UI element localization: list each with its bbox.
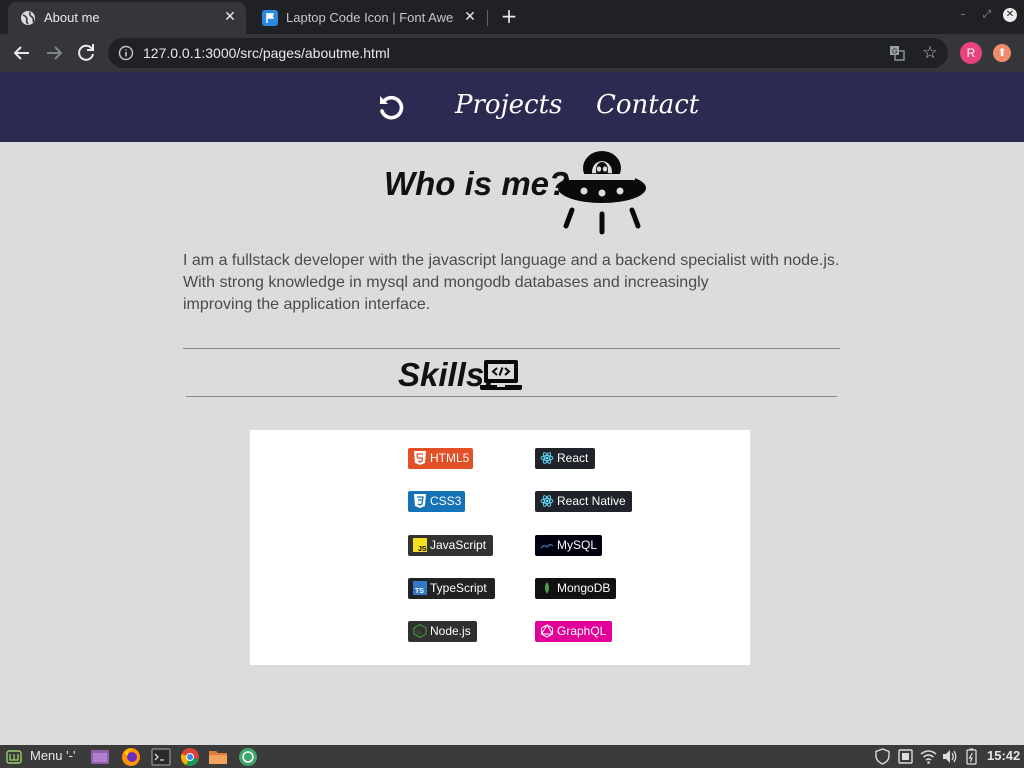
nav-projects-link[interactable]: Projects (455, 90, 562, 120)
skill-label: CSS3 (430, 494, 462, 508)
skill-label: TypeScript (430, 581, 487, 595)
nodejs-icon: js (413, 624, 427, 638)
skill-badge-html5: HTML5 (408, 448, 473, 469)
show-desktop-icon[interactable] (90, 747, 110, 767)
tab-font-awesome[interactable]: Laptop Code Icon | Font Awesome ✕ (250, 2, 486, 34)
back-arrow-icon[interactable] (10, 41, 34, 65)
laptop-code-icon (480, 360, 522, 390)
typescript-icon: TS (413, 581, 427, 595)
new-tab-button[interactable]: + (498, 6, 520, 28)
bio-line: improving the application interface. (183, 296, 431, 313)
divider (183, 348, 840, 349)
bio-line: With strong knowledge in mysql and mongo… (183, 274, 709, 291)
page-title: Who is me? (384, 165, 570, 202)
skill-label: React (557, 451, 589, 465)
ufo-alien-icon (558, 151, 646, 235)
skill-badge-react: React (535, 448, 595, 469)
battery-icon[interactable] (963, 748, 980, 765)
html5-icon (414, 451, 426, 465)
restore-window-icon[interactable]: ⤢ (980, 8, 994, 22)
taskbar-clock[interactable]: 15:42 (987, 748, 1020, 763)
skill-badge-typescript: TS TypeScript (408, 578, 495, 599)
skill-label: GraphQL (557, 624, 607, 638)
javascript-icon: JS (413, 538, 427, 552)
skill-label: JavaScript (430, 538, 487, 552)
mysql-icon (540, 544, 554, 549)
shield-icon[interactable] (874, 748, 891, 765)
address-bar[interactable]: 127.0.0.1:3000/src/pages/aboutme.html G … (108, 38, 948, 68)
forward-arrow-icon[interactable] (42, 41, 66, 65)
skill-badge-nodejs: js Node.js (408, 621, 477, 642)
url-text: 127.0.0.1:3000/src/pages/aboutme.html (143, 45, 390, 61)
translate-icon[interactable]: G (889, 45, 905, 61)
minimize-window-icon[interactable]: – (956, 8, 970, 22)
clipboard-icon[interactable] (897, 748, 914, 765)
nav-contact-link[interactable]: Contact (596, 90, 699, 120)
tab-about-me[interactable]: About me ✕ (8, 2, 246, 34)
reload-icon[interactable] (74, 41, 98, 65)
close-tab-icon[interactable]: ✕ (462, 9, 478, 25)
react-icon (540, 495, 554, 507)
skill-badge-mysql: MySQL (535, 535, 602, 556)
react-icon (540, 452, 554, 464)
browser-tab-bar: About me ✕ Laptop Code Icon | Font Aweso… (0, 0, 1024, 34)
taskbar-menu-label[interactable]: Menu '-' (30, 748, 75, 763)
skill-badge-react-native: React Native (535, 491, 632, 512)
site-header: Projects Contact (0, 72, 1024, 142)
undo-arrow-icon[interactable] (375, 92, 407, 124)
globe-icon (21, 11, 35, 25)
skills-panel: HTML5 CSS3 JS JavaScript TS TypeScript j… (250, 430, 750, 665)
bio-text: I am a fullstack developer with the java… (183, 250, 863, 316)
graphql-icon (540, 624, 554, 638)
skill-badge-mongodb: MongoDB (535, 578, 616, 599)
svg-text:G: G (892, 49, 897, 56)
skill-badge-javascript: JS JavaScript (408, 535, 493, 556)
svg-text:TS: TS (415, 588, 424, 595)
flag-icon (262, 10, 278, 26)
skill-badge-graphql: GraphQL (535, 621, 612, 642)
mongodb-icon (545, 582, 549, 594)
firefox-icon[interactable] (121, 747, 141, 767)
wifi-icon[interactable] (920, 748, 937, 765)
os-taskbar: Menu '-' 15:42 (0, 745, 1024, 768)
css3-icon (414, 494, 426, 508)
bio-line: I am a fullstack developer with the java… (183, 252, 840, 269)
extension-icon[interactable]: ⬆ (993, 44, 1011, 62)
site-info-icon[interactable] (118, 45, 134, 61)
app-launcher-icon[interactable] (238, 747, 258, 767)
close-window-icon[interactable]: ✕ (1003, 8, 1017, 22)
skill-badge-css3: CSS3 (408, 491, 465, 512)
tab-divider (487, 10, 488, 26)
skill-label: Node.js (430, 624, 471, 638)
profile-avatar[interactable]: R (960, 42, 982, 64)
chrome-icon[interactable] (180, 747, 200, 767)
tab-title: About me (44, 10, 100, 25)
svg-text:js: js (416, 630, 421, 636)
svg-text:JS: JS (418, 546, 427, 552)
close-tab-icon[interactable]: ✕ (222, 9, 238, 25)
skill-label: HTML5 (430, 451, 470, 465)
terminal-icon[interactable] (151, 747, 171, 767)
volume-icon[interactable] (941, 748, 958, 765)
skill-label: MongoDB (557, 581, 611, 595)
divider (186, 396, 837, 397)
mint-menu-icon[interactable] (6, 749, 22, 765)
skill-label: MySQL (557, 538, 598, 552)
tab-title: Laptop Code Icon | Font Awesome (286, 10, 454, 25)
bookmark-star-icon[interactable]: ☆ (920, 43, 940, 63)
browser-toolbar: 127.0.0.1:3000/src/pages/aboutme.html G … (0, 34, 1024, 72)
skill-label: React Native (557, 494, 626, 508)
file-manager-icon[interactable] (208, 747, 228, 767)
